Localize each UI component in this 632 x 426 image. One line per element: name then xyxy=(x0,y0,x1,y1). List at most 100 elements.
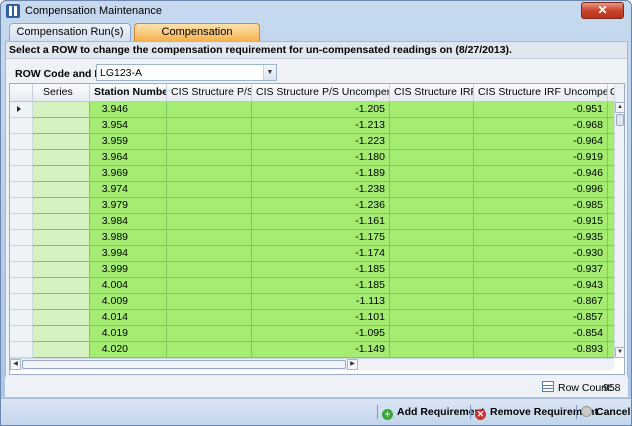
table-cell[interactable] xyxy=(33,326,90,342)
requirements-grid[interactable]: Series Station Number CIS Structure P/S … xyxy=(9,83,625,375)
cell-ps-unc[interactable]: -1.185 xyxy=(252,262,390,278)
cell-station[interactable]: 4.020 xyxy=(90,342,167,358)
row-selector[interactable] xyxy=(10,198,33,214)
table-cell[interactable] xyxy=(33,246,90,262)
table-cell[interactable] xyxy=(33,166,90,182)
cell-irf-unc[interactable]: -0.946 xyxy=(474,166,608,182)
cell-ps-unc[interactable]: -1.236 xyxy=(252,198,390,214)
cell-ps-unc[interactable]: -1.205 xyxy=(252,102,390,118)
cell-station[interactable]: 4.009 xyxy=(90,294,167,310)
table-cell[interactable] xyxy=(390,310,474,326)
table-cell[interactable] xyxy=(33,294,90,310)
cell-station[interactable]: 3.954 xyxy=(90,118,167,134)
table-cell[interactable] xyxy=(390,134,474,150)
row-selector[interactable] xyxy=(10,278,33,294)
table-row[interactable]: 4.014 -1.101 -0.857 xyxy=(10,310,614,326)
cell-station[interactable]: 3.984 xyxy=(90,214,167,230)
table-row[interactable]: 4.020 -1.149 -0.893 xyxy=(10,342,614,358)
table-cell[interactable] xyxy=(167,278,252,294)
cell-irf-unc[interactable]: -0.854 xyxy=(474,326,608,342)
cell-station[interactable]: 3.989 xyxy=(90,230,167,246)
row-selector[interactable] xyxy=(10,214,33,230)
table-cell[interactable] xyxy=(390,278,474,294)
table-cell[interactable] xyxy=(390,214,474,230)
table-cell[interactable] xyxy=(167,310,252,326)
table-cell[interactable] xyxy=(33,102,90,118)
row-selector[interactable] xyxy=(10,294,33,310)
column-header-cis-irf[interactable]: CIS Structure IRF xyxy=(390,84,474,102)
table-cell[interactable] xyxy=(167,214,252,230)
table-cell[interactable] xyxy=(390,198,474,214)
cell-ps-unc[interactable]: -1.095 xyxy=(252,326,390,342)
cell-irf-unc[interactable]: -0.951 xyxy=(474,102,608,118)
table-cell[interactable] xyxy=(33,182,90,198)
cell-irf-unc[interactable]: -0.930 xyxy=(474,246,608,262)
cell-ps-unc[interactable]: -1.189 xyxy=(252,166,390,182)
table-cell[interactable] xyxy=(390,294,474,310)
table-cell[interactable] xyxy=(390,262,474,278)
cancel-button[interactable]: Cancel xyxy=(581,404,630,421)
cell-station[interactable]: 3.999 xyxy=(90,262,167,278)
row-selector[interactable] xyxy=(10,246,33,262)
remove-requirement-button[interactable]: ✕ Remove Requirement xyxy=(475,404,598,421)
table-row[interactable]: 3.989 -1.175 -0.935 xyxy=(10,230,614,246)
row-selector[interactable] xyxy=(10,102,33,118)
cell-ps-unc[interactable]: -1.185 xyxy=(252,278,390,294)
cell-irf-unc[interactable]: -0.937 xyxy=(474,262,608,278)
cell-station[interactable]: 3.969 xyxy=(90,166,167,182)
row-selector[interactable] xyxy=(10,134,33,150)
table-row[interactable]: 3.969 -1.189 -0.946 xyxy=(10,166,614,182)
chevron-down-icon[interactable]: ▼ xyxy=(263,65,276,80)
table-row[interactable]: 3.946 -1.205 -0.951 xyxy=(10,102,614,118)
cell-irf-unc[interactable]: -0.985 xyxy=(474,198,608,214)
table-cell[interactable] xyxy=(167,166,252,182)
column-header-station-number[interactable]: Station Number xyxy=(90,84,167,102)
table-row[interactable]: 3.964 -1.180 -0.919 xyxy=(10,150,614,166)
scroll-down-icon[interactable]: ▼ xyxy=(615,347,624,358)
tab-compensation-runs[interactable]: Compensation Run(s) xyxy=(9,23,131,41)
cell-irf-unc[interactable]: -0.915 xyxy=(474,214,608,230)
vertical-scroll-thumb[interactable] xyxy=(616,114,624,126)
cell-station[interactable]: 3.974 xyxy=(90,182,167,198)
table-cell[interactable] xyxy=(390,342,474,358)
table-cell[interactable] xyxy=(390,230,474,246)
cell-station[interactable]: 3.946 xyxy=(90,102,167,118)
row-selector[interactable] xyxy=(10,342,33,358)
cell-station[interactable]: 4.014 xyxy=(90,310,167,326)
cell-irf-unc[interactable]: -0.893 xyxy=(474,342,608,358)
table-row[interactable]: 3.974 -1.238 -0.996 xyxy=(10,182,614,198)
cell-ps-unc[interactable]: -1.149 xyxy=(252,342,390,358)
cell-station[interactable]: 3.959 xyxy=(90,134,167,150)
table-cell[interactable] xyxy=(390,150,474,166)
table-row[interactable]: 4.019 -1.095 -0.854 xyxy=(10,326,614,342)
table-row[interactable]: 3.999 -1.185 -0.937 xyxy=(10,262,614,278)
row-selector[interactable] xyxy=(10,262,33,278)
table-cell[interactable] xyxy=(33,342,90,358)
table-cell[interactable] xyxy=(33,150,90,166)
table-cell[interactable] xyxy=(390,246,474,262)
cell-station[interactable]: 4.019 xyxy=(90,326,167,342)
vertical-scrollbar[interactable]: ▲ ▼ xyxy=(614,84,624,358)
cell-irf-unc[interactable]: -0.935 xyxy=(474,230,608,246)
table-row[interactable]: 3.994 -1.174 -0.930 xyxy=(10,246,614,262)
cell-ps-unc[interactable]: -1.174 xyxy=(252,246,390,262)
table-cell[interactable] xyxy=(33,310,90,326)
table-cell[interactable] xyxy=(167,102,252,118)
column-header-cis-irf-uncompensated[interactable]: CIS Structure IRF Uncompensated xyxy=(474,84,608,102)
row-selector[interactable] xyxy=(10,150,33,166)
cell-irf-unc[interactable]: -0.943 xyxy=(474,278,608,294)
table-cell[interactable] xyxy=(33,278,90,294)
table-cell[interactable] xyxy=(33,134,90,150)
column-header-series[interactable]: Series xyxy=(33,84,90,102)
cell-station[interactable]: 3.994 xyxy=(90,246,167,262)
table-cell[interactable] xyxy=(167,198,252,214)
table-cell[interactable] xyxy=(167,246,252,262)
table-cell[interactable] xyxy=(33,198,90,214)
table-row[interactable]: 3.959 -1.223 -0.964 xyxy=(10,134,614,150)
scroll-left-icon[interactable]: ◀ xyxy=(10,359,21,370)
table-cell[interactable] xyxy=(390,182,474,198)
tab-compensation-requirements[interactable]: Compensation Requirements xyxy=(134,23,260,55)
scroll-right-icon[interactable]: ▶ xyxy=(347,359,358,370)
cell-station[interactable]: 3.979 xyxy=(90,198,167,214)
row-selector[interactable] xyxy=(10,182,33,198)
